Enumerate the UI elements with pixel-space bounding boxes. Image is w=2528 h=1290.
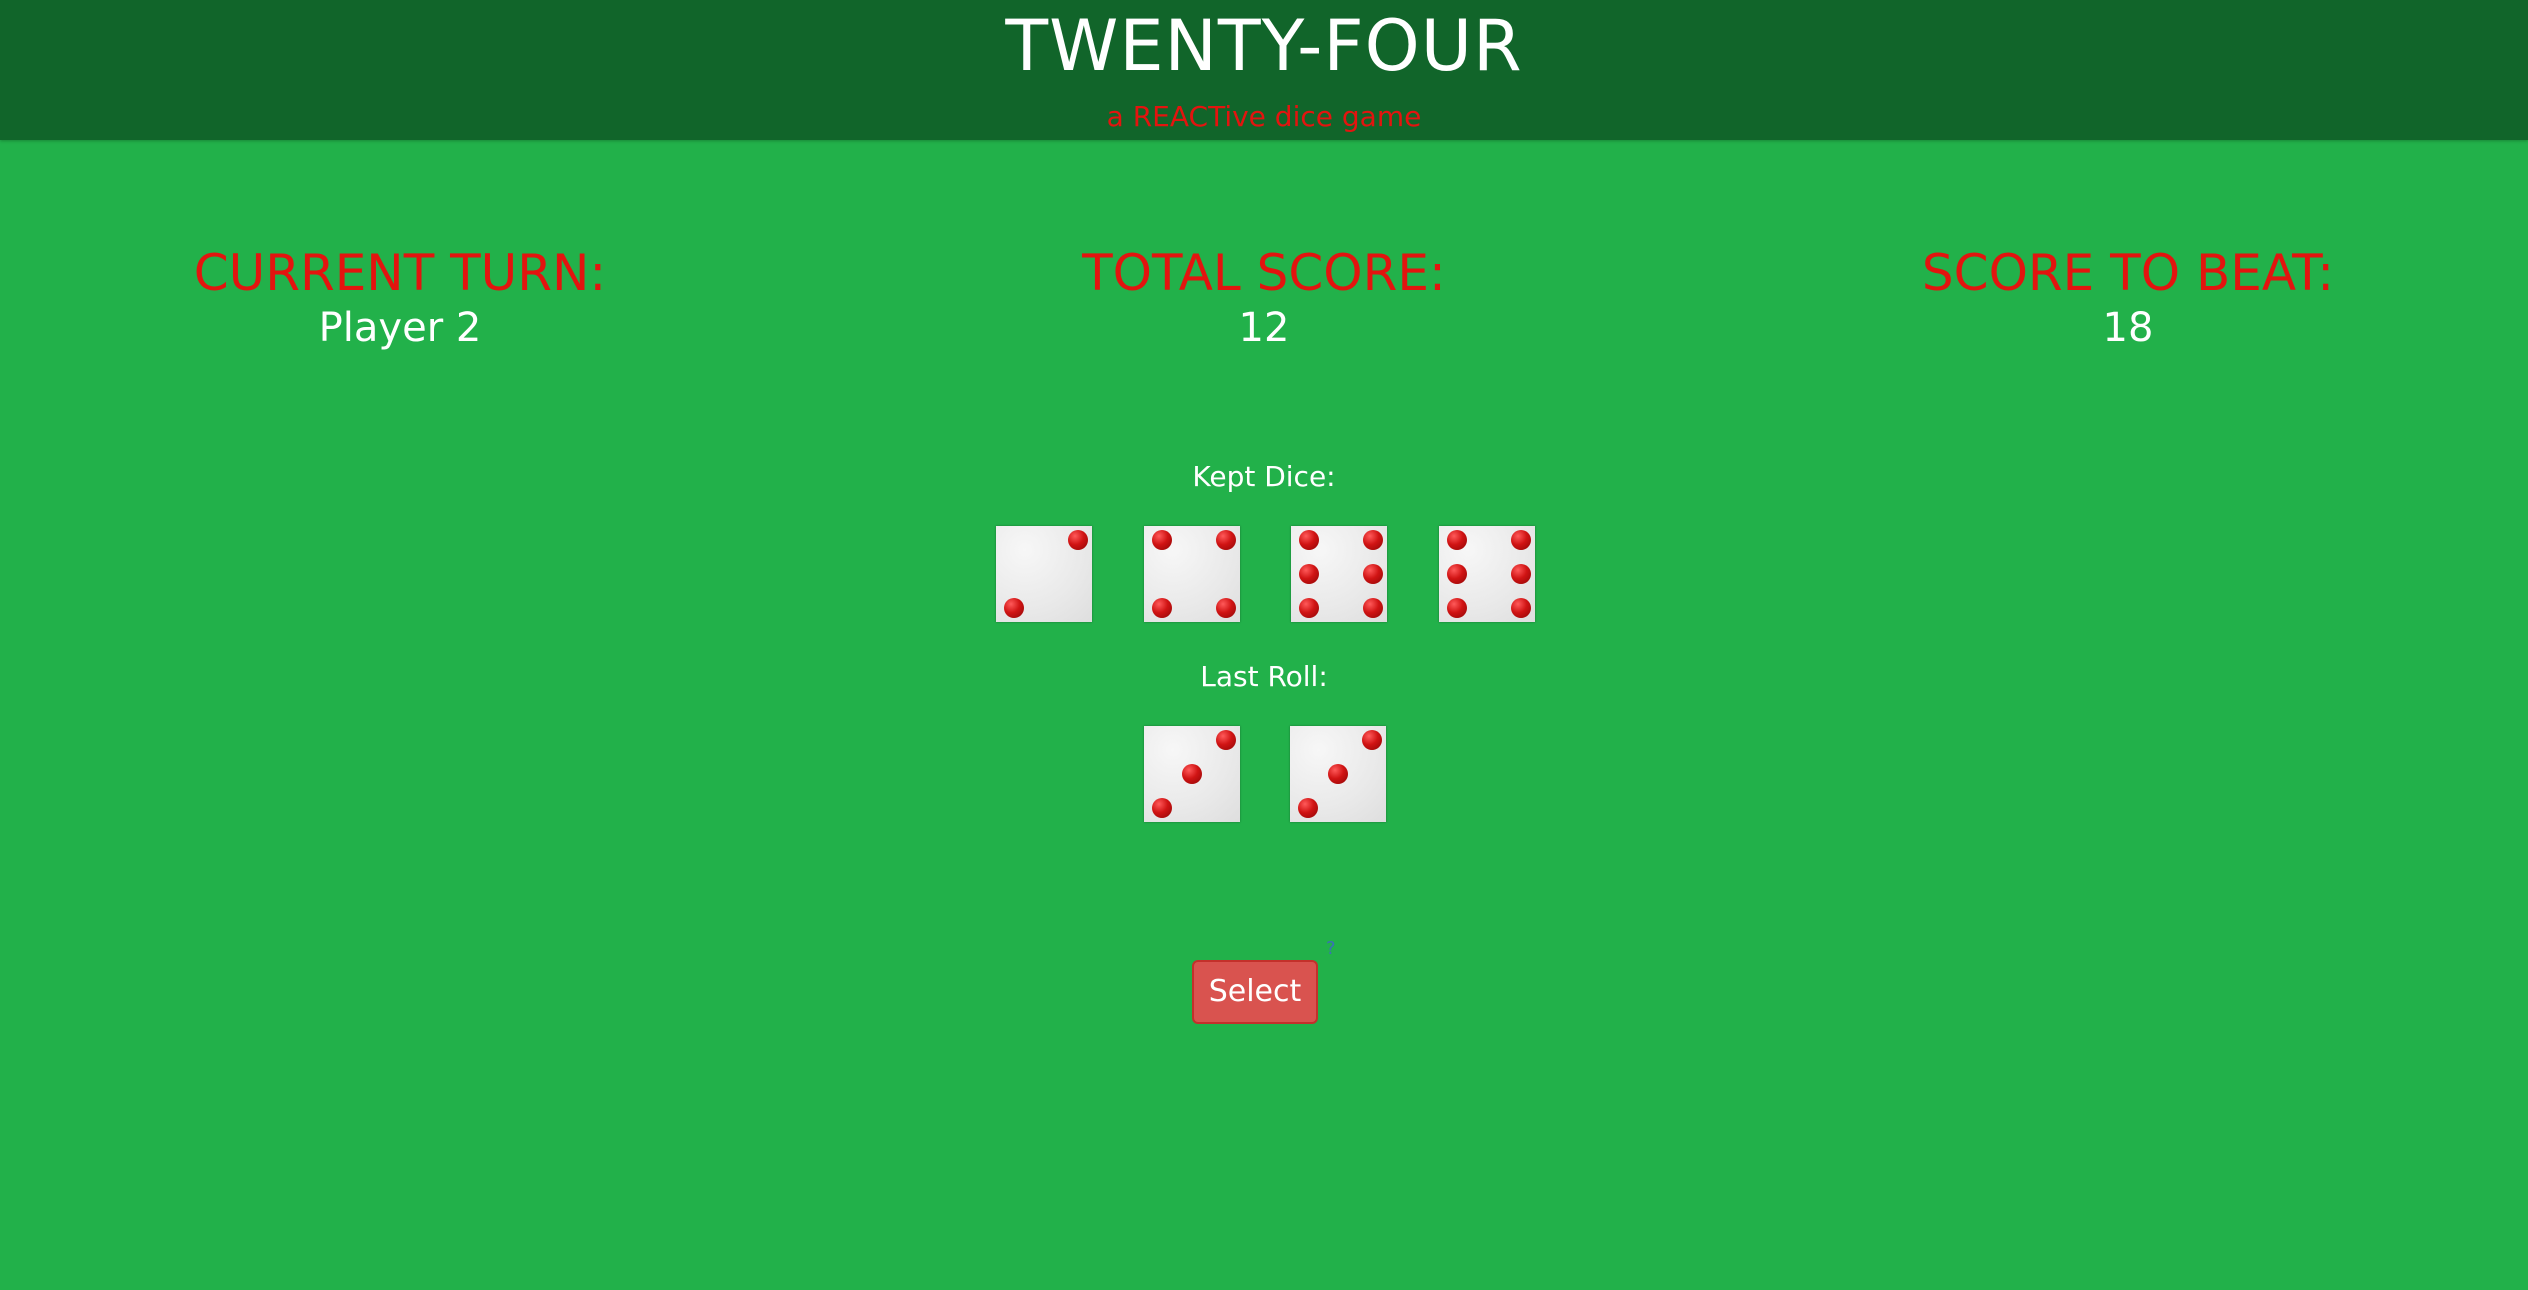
die-pip [1068, 530, 1088, 550]
die-pip [1215, 598, 1236, 618]
current-turn-value: Player 2 [318, 305, 482, 351]
die-pip [1363, 530, 1383, 550]
die-pip [1510, 530, 1531, 550]
game-title: TWENTY-FOUR [1005, 5, 1523, 87]
kept-die-1[interactable] [996, 526, 1092, 622]
die-pip [1004, 598, 1024, 618]
score-to-beat-panel: SCORE TO BEAT: 18 [1778, 242, 2478, 352]
last-roll-label: Last Roll: [1200, 660, 1328, 693]
total-score-panel: TOTAL SCORE: 12 [914, 242, 1614, 352]
score-to-beat-value: 18 [2102, 305, 2154, 351]
die-pip [1216, 730, 1236, 750]
die-pip [1298, 798, 1318, 818]
score-to-beat-label: SCORE TO BEAT: [1921, 244, 2335, 302]
die-pip [1510, 564, 1531, 584]
die-pip [1215, 530, 1236, 550]
total-score-value: 12 [1238, 305, 1290, 351]
die-pip [1446, 530, 1467, 550]
die-pip [1510, 598, 1531, 618]
die-pip [1328, 764, 1348, 784]
die-pip [1446, 598, 1467, 618]
kept-die-2[interactable] [1143, 526, 1240, 622]
kept-die-3[interactable] [1291, 526, 1387, 622]
die-pip [1363, 598, 1383, 618]
die-pip [1299, 598, 1319, 618]
last-roll-die-1[interactable] [1144, 726, 1240, 822]
die-pip [1151, 530, 1172, 550]
die-pip [1446, 564, 1467, 584]
die-pip [1299, 564, 1319, 584]
help-icon[interactable]: ? [1326, 938, 1336, 959]
total-score-label: TOTAL SCORE: [1082, 244, 1446, 302]
select-button[interactable]: Select [1192, 960, 1318, 1024]
kept-dice-label: Kept Dice: [1192, 460, 1336, 493]
die-pip [1363, 564, 1383, 584]
kept-die-4[interactable] [1438, 526, 1535, 622]
current-turn-label: CURRENT TURN: [193, 244, 607, 302]
die-pip [1152, 798, 1172, 818]
current-turn-panel: CURRENT TURN: Player 2 [50, 242, 750, 352]
die-pip [1182, 764, 1202, 784]
header-bar: TWENTY-FOUR a REACTive dice game [0, 0, 2528, 140]
die-pip [1299, 530, 1319, 550]
die-pip [1151, 598, 1172, 618]
die-pip [1362, 730, 1382, 750]
last-roll-die-2[interactable] [1290, 726, 1386, 822]
game-subtitle: a REACTive dice game [1106, 100, 1422, 133]
